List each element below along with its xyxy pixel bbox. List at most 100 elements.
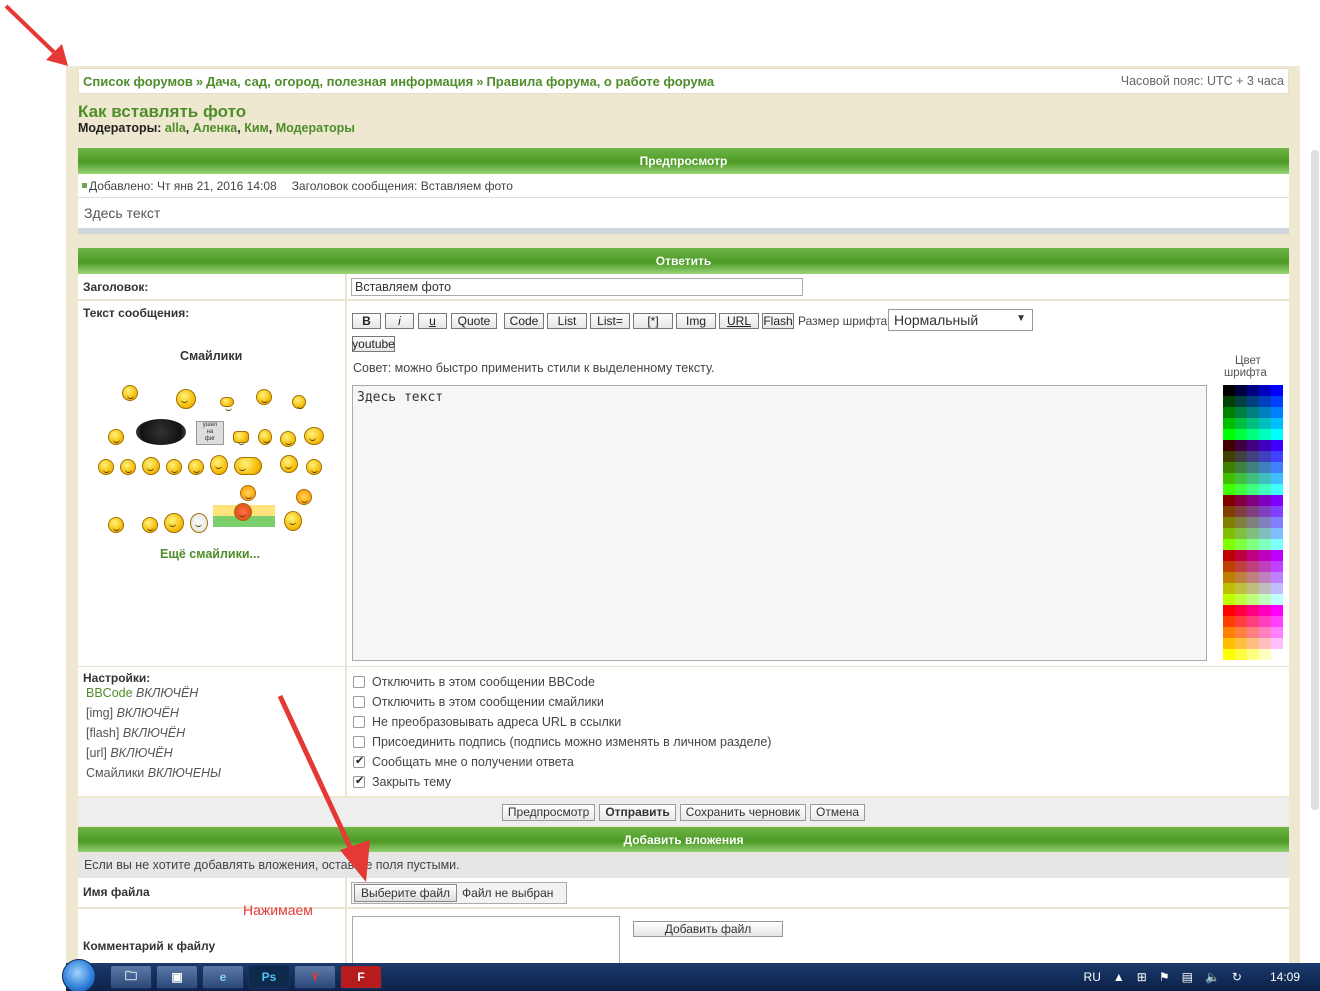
color-swatch[interactable]	[1235, 418, 1247, 429]
action-center-icon[interactable]: ⚑	[1159, 970, 1170, 984]
cancel-button[interactable]: Отмена	[810, 803, 866, 821]
color-swatch[interactable]	[1271, 495, 1283, 506]
color-swatch[interactable]	[1247, 649, 1259, 660]
smiley-icon[interactable]	[122, 385, 138, 401]
color-swatch[interactable]	[1247, 440, 1259, 451]
color-swatch[interactable]	[1223, 462, 1235, 473]
color-swatch[interactable]	[1223, 572, 1235, 583]
color-swatch[interactable]	[1223, 594, 1235, 605]
flash-button[interactable]: Flash	[762, 313, 794, 329]
submit-button[interactable]: Отправить	[599, 803, 676, 821]
color-swatch[interactable]	[1271, 561, 1283, 572]
color-swatch[interactable]	[1223, 583, 1235, 594]
color-swatch[interactable]	[1271, 583, 1283, 594]
photoshop-icon[interactable]: Ps	[248, 965, 290, 989]
list-ordered-button[interactable]: List=	[590, 313, 630, 329]
color-swatch[interactable]	[1223, 539, 1235, 550]
sun-icon[interactable]	[240, 485, 256, 501]
language-indicator[interactable]: RU	[1084, 970, 1101, 984]
color-swatch[interactable]	[1247, 572, 1259, 583]
color-swatch[interactable]	[1271, 517, 1283, 528]
color-swatch[interactable]	[1235, 484, 1247, 495]
breadcrumb-forum-list[interactable]: Список форумов	[83, 74, 193, 89]
color-swatch[interactable]	[1235, 605, 1247, 616]
color-swatch[interactable]	[1259, 462, 1271, 473]
color-swatch[interactable]	[1235, 385, 1247, 396]
color-swatch[interactable]	[1259, 561, 1271, 572]
color-swatch[interactable]	[1235, 649, 1247, 660]
color-swatch[interactable]	[1247, 616, 1259, 627]
bbcode-link[interactable]: BBCode	[86, 686, 133, 700]
color-swatch[interactable]	[1235, 638, 1247, 649]
color-swatch[interactable]	[1259, 440, 1271, 451]
color-swatch[interactable]	[1259, 396, 1271, 407]
sun-icon[interactable]	[296, 489, 312, 505]
color-swatch[interactable]	[1223, 484, 1235, 495]
color-swatch[interactable]	[1259, 627, 1271, 638]
topic-title[interactable]: Как вставлять фото	[78, 102, 246, 122]
color-swatch[interactable]	[1247, 517, 1259, 528]
color-swatch[interactable]	[1223, 627, 1235, 638]
italic-button[interactable]: i	[385, 313, 414, 329]
smiley-icon[interactable]	[306, 459, 322, 475]
breadcrumb-garden[interactable]: Дача, сад, огород, полезная информация	[206, 74, 473, 89]
color-swatch[interactable]	[1247, 561, 1259, 572]
volume-icon[interactable]: 🔈	[1205, 970, 1220, 984]
smiley-icon[interactable]	[164, 513, 184, 533]
smiley-cloud-icon[interactable]	[136, 419, 186, 445]
more-smileys-link[interactable]: Ещё смайлики...	[160, 547, 260, 561]
ie-icon[interactable]: e	[202, 965, 244, 989]
img-button[interactable]: Img	[676, 313, 716, 329]
save-draft-button[interactable]: Сохранить черновик	[679, 803, 806, 821]
color-swatch[interactable]	[1223, 396, 1235, 407]
lightbulb-icon[interactable]	[190, 513, 208, 533]
color-swatch[interactable]	[1271, 440, 1283, 451]
color-swatch[interactable]	[1259, 473, 1271, 484]
smiley-icon[interactable]	[142, 457, 160, 475]
color-swatch[interactable]	[1247, 484, 1259, 495]
color-swatch[interactable]	[1271, 506, 1283, 517]
color-swatch[interactable]	[1271, 594, 1283, 605]
color-swatch[interactable]	[1223, 528, 1235, 539]
smiley-icon[interactable]	[234, 503, 252, 521]
option-attach-signature[interactable]: Присоединить подпись (подпись можно изме…	[353, 735, 771, 749]
smiley-icon[interactable]	[233, 431, 249, 445]
smiley-icon[interactable]	[108, 429, 124, 445]
color-swatch[interactable]	[1259, 418, 1271, 429]
color-swatch[interactable]	[1259, 495, 1271, 506]
color-swatch[interactable]	[1247, 418, 1259, 429]
smiley-icon[interactable]	[280, 455, 298, 473]
color-swatch[interactable]	[1259, 638, 1271, 649]
color-swatch[interactable]	[1259, 407, 1271, 418]
color-swatch[interactable]	[1259, 605, 1271, 616]
option-no-urls[interactable]: Не преобразовывать адреса URL в ссылки	[353, 715, 621, 729]
page-scrollbar[interactable]	[1311, 150, 1319, 810]
color-swatch[interactable]	[1223, 451, 1235, 462]
color-swatch[interactable]	[1271, 462, 1283, 473]
color-swatch[interactable]	[1223, 440, 1235, 451]
color-swatch[interactable]	[1259, 451, 1271, 462]
smiley-icon[interactable]	[142, 517, 158, 533]
color-swatch[interactable]	[1223, 616, 1235, 627]
color-swatch[interactable]	[1259, 385, 1271, 396]
color-swatch[interactable]	[1271, 484, 1283, 495]
color-swatch[interactable]	[1223, 605, 1235, 616]
breadcrumb-rules[interactable]: Правила форума, о работе форума	[486, 74, 714, 89]
color-swatch[interactable]	[1259, 528, 1271, 539]
moderator-link[interactable]: Аленка	[193, 121, 238, 135]
color-swatch[interactable]	[1247, 385, 1259, 396]
color-swatch[interactable]	[1223, 418, 1235, 429]
color-swatch[interactable]	[1235, 583, 1247, 594]
color-swatch[interactable]	[1271, 539, 1283, 550]
color-swatch[interactable]	[1235, 561, 1247, 572]
preview-button[interactable]: Предпросмотр	[501, 803, 596, 821]
color-swatch[interactable]	[1259, 649, 1271, 660]
moderator-link[interactable]: alla	[165, 121, 186, 135]
color-swatch[interactable]	[1247, 451, 1259, 462]
option-notify-reply[interactable]: Сообщать мне о получении ответа	[353, 754, 574, 769]
smiley-icon[interactable]	[176, 389, 196, 409]
filezilla-icon[interactable]: F	[340, 965, 382, 989]
moderator-link[interactable]: Ким	[244, 121, 269, 135]
tray-expand-icon[interactable]: ▲	[1113, 970, 1125, 984]
color-swatch[interactable]	[1247, 495, 1259, 506]
